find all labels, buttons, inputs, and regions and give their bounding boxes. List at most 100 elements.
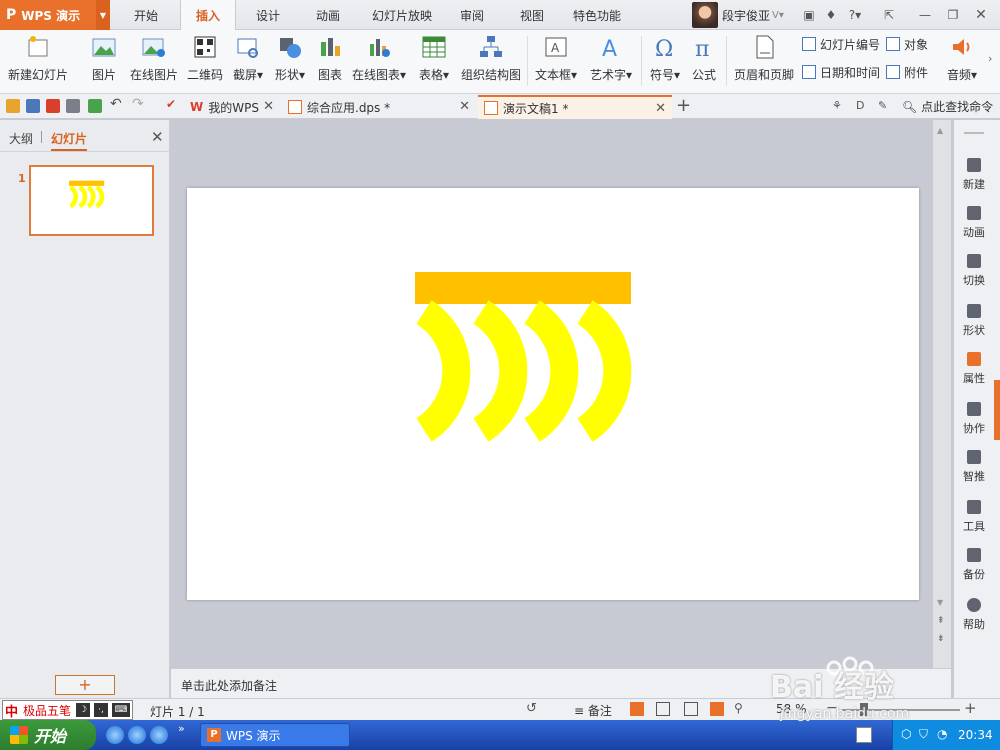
tab-insert[interactable]: 插入 [180, 0, 236, 31]
object-button[interactable]: 对象 [886, 34, 928, 54]
slide-thumbnail[interactable] [29, 165, 154, 236]
tab-outline[interactable]: 大纲 [9, 130, 33, 147]
restore-icon[interactable]: ❐ [944, 6, 962, 24]
open-icon[interactable] [6, 99, 20, 113]
sidebar-item-transition[interactable]: 切换 [954, 254, 994, 288]
command-search[interactable]: 🔍︎ 点此查找命令 [902, 98, 993, 115]
zoom-level[interactable]: 58 % [776, 702, 807, 716]
rectangle-shape[interactable] [415, 272, 631, 304]
zoom-slider-thumb[interactable] [860, 703, 868, 716]
close-tab-icon[interactable]: ✕ [263, 99, 274, 114]
org-chart-button[interactable]: 组织结构图 [460, 34, 522, 90]
minimize-icon[interactable]: — [916, 6, 934, 24]
new-tab-icon[interactable]: + [676, 95, 691, 116]
browser-icon[interactable] [150, 726, 168, 744]
sidebar-expand-handle[interactable] [994, 380, 1000, 440]
online-picture-button[interactable]: 在线图片 [130, 34, 178, 90]
start-button[interactable]: 开始 [0, 720, 96, 750]
ime-toolbar[interactable]: 中 极品五笔 ☽ ·, ⌨ [2, 700, 134, 720]
reading-view-icon[interactable] [684, 702, 698, 716]
slide-sorter-icon[interactable] [656, 702, 670, 716]
print-preview-icon[interactable] [88, 99, 102, 113]
formula-button[interactable]: π 公式 [688, 34, 720, 90]
textbox-button[interactable]: A 文本框▾ [532, 34, 580, 90]
sidebar-item-recommend[interactable]: 智推 [954, 450, 994, 484]
new-slide-button[interactable]: 新建幻灯片 [6, 34, 70, 90]
moon-icon[interactable]: ☽ [76, 703, 91, 717]
header-footer-button[interactable]: 页眉和页脚 [732, 34, 796, 90]
ime-mode[interactable]: 中 [3, 701, 20, 720]
maximize-ribbon-icon[interactable]: ⇱ [880, 6, 898, 24]
ie-icon[interactable] [128, 726, 146, 744]
symbol-button[interactable]: Ω 符号▾ [646, 34, 684, 90]
tab-animation[interactable]: 动画 [306, 0, 350, 30]
picture-button[interactable]: 图片 [84, 34, 124, 90]
notes-area[interactable]: 单击此处添加备注 [171, 668, 951, 698]
attachment-button[interactable]: 附件 [886, 62, 928, 82]
volume-icon[interactable]: ◔ [937, 727, 947, 741]
tab-slideshow[interactable]: 幻灯片放映 [364, 0, 440, 30]
bookmark-icon[interactable]: D [856, 99, 864, 112]
close-tab-icon[interactable]: ✕ [459, 99, 470, 114]
save-icon[interactable] [26, 99, 40, 113]
export-pdf-icon[interactable] [46, 99, 60, 113]
zoom-in-icon[interactable]: + [964, 699, 977, 717]
slide-canvas[interactable] [187, 188, 919, 600]
play-slideshow-icon[interactable] [710, 702, 724, 716]
arc-shape[interactable] [524, 300, 579, 442]
tab-review[interactable]: 审阅 [450, 0, 494, 30]
customize-toolbar-icon[interactable]: ✔ [166, 97, 176, 111]
zoom-out-icon[interactable]: − [826, 700, 838, 716]
undo-icon[interactable]: ↶ [110, 96, 122, 112]
slide-number-button[interactable]: 幻灯片编号 [802, 34, 880, 54]
vertical-scrollbar[interactable]: ▲ ▼ ⇞ ⇟ [933, 120, 951, 668]
close-panel-icon[interactable]: ✕ [151, 128, 164, 146]
skin-icon[interactable]: ▣ [800, 6, 818, 24]
shapes-button[interactable]: 形状▾ [272, 34, 308, 90]
share-icon[interactable]: ⚘ [832, 99, 842, 112]
wordart-button[interactable]: A 艺术字▾ [586, 34, 636, 90]
tab-design[interactable]: 设计 [246, 0, 290, 30]
sidebar-item-new[interactable]: 新建 [954, 158, 994, 192]
ie-icon[interactable] [106, 726, 124, 744]
shirt-icon[interactable]: ♦ [822, 6, 840, 24]
show-more-icon[interactable]: » [178, 722, 185, 735]
normal-view-icon[interactable] [630, 702, 644, 716]
sidebar-item-properties[interactable]: 属性 [954, 352, 994, 386]
doc-tab-presentation1[interactable]: 演示文稿1 * ✕ [478, 95, 672, 119]
qr-code-button[interactable]: 二维码 [186, 34, 224, 90]
tab-special-features[interactable]: 特色功能 [566, 0, 628, 30]
screenshot-button[interactable]: 截屏▾ [230, 34, 266, 90]
help-icon[interactable]: ?▾ [846, 6, 864, 24]
tab-slides[interactable]: 幻灯片 [51, 130, 88, 151]
app-menu-button[interactable]: P WPS 演示 [0, 0, 96, 30]
arc-shape[interactable] [416, 300, 471, 442]
shield-icon[interactable]: ⛉ [919, 727, 928, 742]
chart-button[interactable]: 图表 [314, 34, 346, 90]
table-button[interactable]: 表格▾ [414, 34, 454, 90]
sidebar-item-collaborate[interactable]: 协作 [954, 402, 994, 436]
close-tab-icon[interactable]: ✕ [655, 101, 666, 116]
next-slide-icon[interactable]: ⇟ [937, 634, 945, 644]
keyboard-icon[interactable]: ⌨ [112, 703, 131, 717]
sidebar-item-help[interactable]: 帮助 [954, 598, 994, 632]
sidebar-item-shapes[interactable]: 形状 [954, 304, 994, 338]
feedback-icon[interactable]: ✎ [878, 99, 887, 112]
arc-shape[interactable] [577, 300, 632, 442]
print-icon[interactable] [66, 99, 80, 113]
history-icon[interactable]: ↺ [526, 701, 537, 716]
doc-tab-comprehensive[interactable]: 综合应用.dps * ✕ [282, 95, 476, 119]
close-icon[interactable]: ✕ [972, 6, 990, 24]
audio-button[interactable]: 音频▾ [942, 34, 982, 90]
punctuation-icon[interactable]: ·, [94, 703, 109, 717]
taskbar-wps-app[interactable]: P WPS 演示 [200, 723, 350, 747]
pin-icon[interactable]: ⚲ [734, 701, 743, 715]
ribbon-scroll-right-icon[interactable]: › [988, 52, 992, 65]
sidebar-item-backup[interactable]: 备份 [954, 548, 994, 582]
sidebar-item-animation[interactable]: 动画 [954, 206, 994, 240]
app-menu-dropdown-icon[interactable]: ▼ [96, 0, 110, 30]
online-chart-button[interactable]: 在线图表▾ [350, 34, 408, 90]
scroll-up-icon[interactable]: ▲ [937, 126, 943, 135]
network-icon[interactable]: ⬡ [901, 727, 911, 741]
doc-tab-my-wps[interactable]: W 我的WPS ✕ [184, 95, 280, 119]
